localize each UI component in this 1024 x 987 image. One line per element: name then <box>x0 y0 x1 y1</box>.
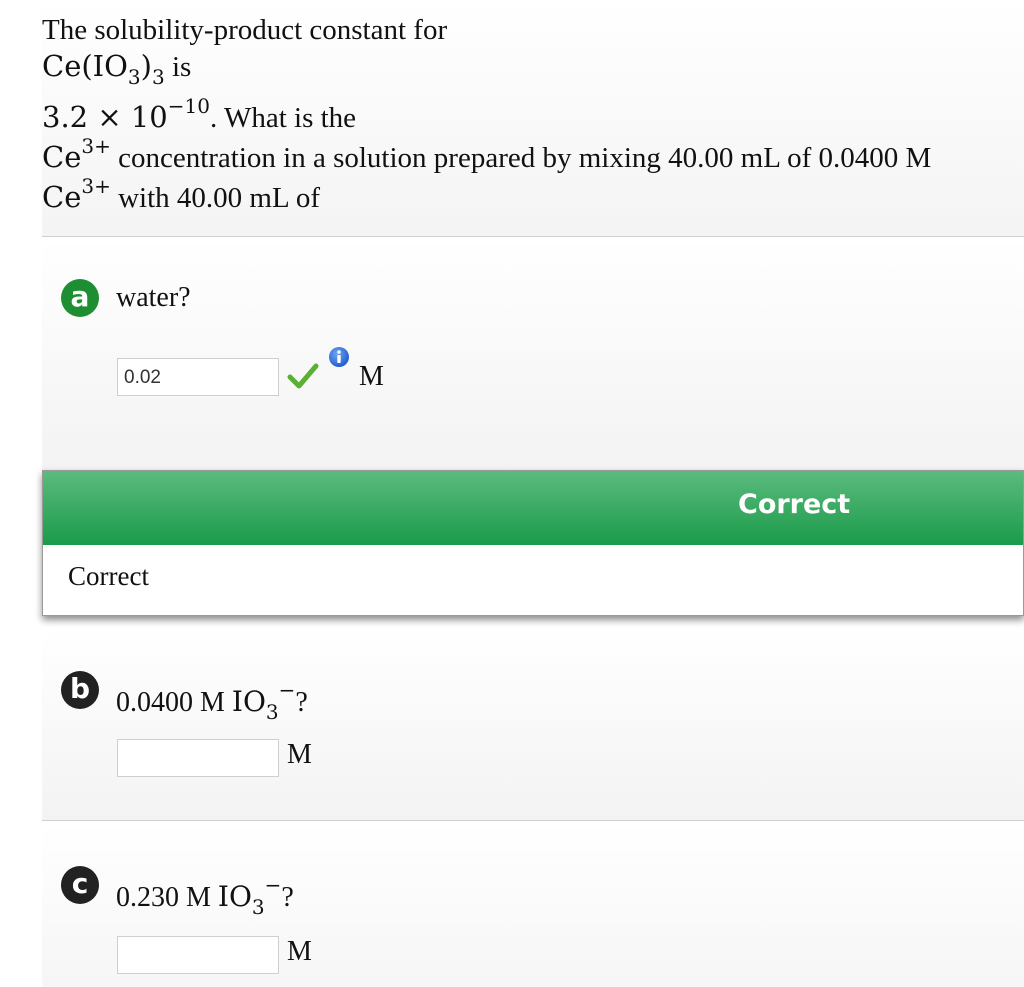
part-a-unit: M <box>359 361 384 392</box>
part-a-badge: a <box>61 279 99 317</box>
feedback-panel: Correct Correct <box>42 470 1024 616</box>
stem-compound: Ce(IO3)3 is <box>42 49 192 89</box>
stem-ksp: 3.2 × 10−10. What is the <box>42 94 357 134</box>
part-b-answer-input[interactable] <box>117 739 279 777</box>
part-c-answer-input[interactable] <box>117 936 279 974</box>
part-a: a water? 0.02 M <box>42 237 1024 470</box>
question-stem: The solubility-product constant for Ce(I… <box>42 0 1024 237</box>
check-icon <box>287 363 319 389</box>
part-c-badge: c <box>61 866 99 904</box>
stem-line-4: Ce3+ concentration in a solution prepare… <box>42 134 932 174</box>
part-a-question: water? <box>116 282 191 313</box>
stem-line-1: The solubility-product constant for <box>42 14 448 46</box>
part-b-unit: M <box>287 739 312 770</box>
feedback-title: Correct <box>738 489 851 520</box>
part-b-question: 0.0400 M IO3−? <box>116 678 308 724</box>
info-icon[interactable] <box>328 346 350 368</box>
part-c: c 0.230 M IO3−? M <box>42 822 1024 987</box>
part-a-answer-input[interactable]: 0.02 <box>117 358 279 396</box>
part-c-unit: M <box>287 936 312 967</box>
feedback-body: Correct <box>68 561 149 591</box>
part-b-badge: b <box>61 671 99 709</box>
part-c-question: 0.230 M IO3−? <box>116 873 294 919</box>
feedback-header: Correct <box>43 471 1023 545</box>
part-b: b 0.0400 M IO3−? M <box>42 628 1024 821</box>
